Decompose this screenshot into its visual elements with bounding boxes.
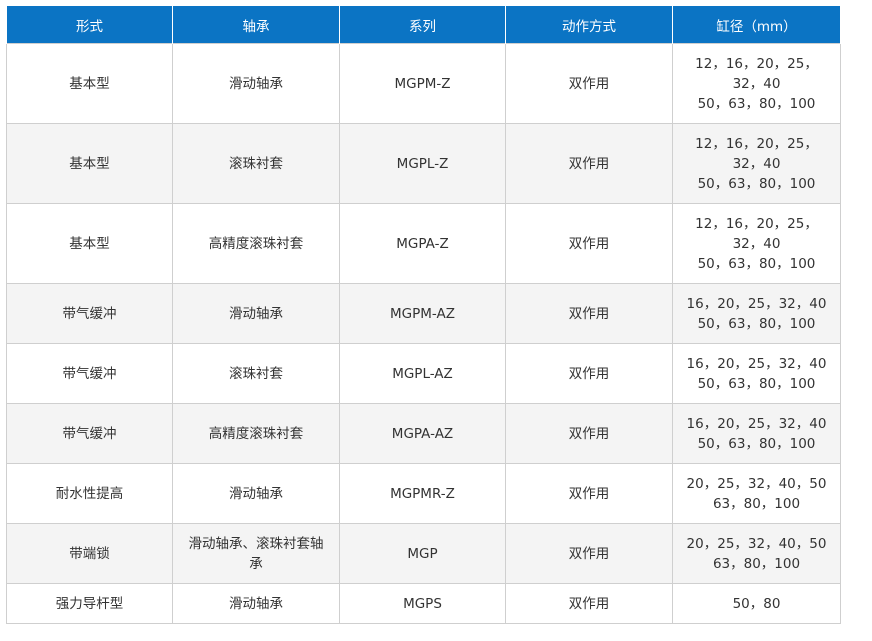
cell-bearing: 高精度滚珠衬套 (172, 203, 340, 284)
bearing-line: 滑动轴承 (229, 485, 283, 502)
bore-line: 16，20，25，32，40 (686, 295, 827, 312)
bearing-line: 滑动轴承 (229, 595, 283, 612)
cell-bore: 20，25，32，40，50 63，80，100 (672, 463, 841, 524)
cell-series: MGPA-AZ (339, 403, 506, 464)
bearing-line: 滑动轴承、滚珠衬套轴 (188, 535, 324, 552)
bore-line: 12，16，20，25， (695, 55, 818, 72)
bore-line: 32，40 (732, 75, 781, 92)
bearing-line: 滑动轴承 (229, 305, 283, 322)
cell-form: 带气缓冲 (6, 283, 173, 344)
cell-series: MGPM-Z (339, 43, 506, 124)
cell-action: 双作用 (505, 43, 673, 124)
cell-bearing: 滚珠衬套 (172, 343, 340, 404)
cell-action: 双作用 (505, 123, 673, 204)
cell-bearing: 滑动轴承 (172, 463, 340, 524)
bearing-line: 滚珠衬套 (229, 155, 283, 172)
cell-action: 双作用 (505, 583, 673, 624)
cell-action: 双作用 (505, 523, 673, 584)
bearing-line: 高精度滚珠衬套 (208, 425, 304, 442)
cell-bore: 16，20，25，32，40 50，63，80，100 (672, 343, 841, 404)
cell-bore: 12，16，20，25， 32，40 50，63，80，100 (672, 123, 841, 204)
bore-line: 32，40 (732, 155, 781, 172)
table-row: 带气缓冲 滚珠衬套 MGPL-AZ 双作用 16，20，25，32，40 50，… (6, 343, 841, 404)
cell-series: MGPMR-Z (339, 463, 506, 524)
table-row: 基本型 高精度滚珠衬套 MGPA-Z 双作用 12，16，20，25， 32，4… (6, 203, 841, 284)
cell-form: 耐水性提高 (6, 463, 173, 524)
cell-form: 基本型 (6, 123, 173, 204)
spec-table-container: 形式 轴承 系列 动作方式 缸径（mm） 基本型 滑动轴承 MGPM-Z 双作用… (6, 6, 841, 624)
bore-line: 50，63，80，100 (697, 255, 816, 272)
bore-line: 16，20，25，32，40 (686, 415, 827, 432)
cell-bearing: 高精度滚珠衬套 (172, 403, 340, 464)
cell-bearing: 滑动轴承 (172, 43, 340, 124)
bearing-line: 承 (249, 555, 263, 572)
cell-series: MGPM-AZ (339, 283, 506, 344)
cell-series: MGPS (339, 583, 506, 624)
cell-series: MGPA-Z (339, 203, 506, 284)
header-form: 形式 (6, 6, 173, 44)
bore-line: 63，80，100 (712, 555, 801, 572)
bore-line: 50，63，80，100 (697, 175, 816, 192)
cell-action: 双作用 (505, 203, 673, 284)
cell-series: MGP (339, 523, 506, 584)
cell-bearing: 滚珠衬套 (172, 123, 340, 204)
bore-line: 50，63，80，100 (697, 435, 816, 452)
cell-bearing: 滑动轴承 (172, 283, 340, 344)
header-bearing: 轴承 (172, 6, 340, 44)
table-row: 强力导杆型 滑动轴承 MGPS 双作用 50，80 (6, 583, 841, 624)
bore-line: 50，63，80，100 (697, 375, 816, 392)
bearing-line: 滑动轴承 (229, 75, 283, 92)
cell-bore: 12，16，20，25， 32，40 50，63，80，100 (672, 203, 841, 284)
bore-line: 50，63，80，100 (697, 315, 816, 332)
cell-bore: 16，20，25，32，40 50，63，80，100 (672, 403, 841, 464)
bore-line: 20，25，32，40，50 (686, 535, 827, 552)
table-row: 带气缓冲 高精度滚珠衬套 MGPA-AZ 双作用 16，20，25，32，40 … (6, 403, 841, 464)
cell-form: 带气缓冲 (6, 403, 173, 464)
bore-line: 50，80 (732, 595, 781, 612)
cell-action: 双作用 (505, 283, 673, 344)
cell-action: 双作用 (505, 463, 673, 524)
cell-form: 带气缓冲 (6, 343, 173, 404)
cell-action: 双作用 (505, 403, 673, 464)
cell-bearing: 滑动轴承 (172, 583, 340, 624)
bore-line: 12，16，20，25， (695, 135, 818, 152)
cell-series: MGPL-Z (339, 123, 506, 204)
table-row: 耐水性提高 滑动轴承 MGPMR-Z 双作用 20，25，32，40，50 63… (6, 463, 841, 524)
cell-form: 基本型 (6, 43, 173, 124)
cell-form: 强力导杆型 (6, 583, 173, 624)
header-series: 系列 (339, 6, 506, 44)
header-row: 形式 轴承 系列 动作方式 缸径（mm） (6, 6, 841, 44)
cell-bearing: 滑动轴承、滚珠衬套轴 承 (172, 523, 340, 584)
cell-bore: 20，25，32，40，50 63，80，100 (672, 523, 841, 584)
cell-bore: 12，16，20，25， 32，40 50，63，80，100 (672, 43, 841, 124)
header-bore: 缸径（mm） (672, 6, 841, 44)
table-row: 基本型 滑动轴承 MGPM-Z 双作用 12，16，20，25， 32，40 5… (6, 43, 841, 124)
bore-line: 50，63，80，100 (697, 95, 816, 112)
cell-series: MGPL-AZ (339, 343, 506, 404)
cell-form: 带端锁 (6, 523, 173, 584)
bearing-line: 高精度滚珠衬套 (208, 235, 304, 252)
cell-action: 双作用 (505, 343, 673, 404)
cell-form: 基本型 (6, 203, 173, 284)
table-row: 基本型 滚珠衬套 MGPL-Z 双作用 12，16，20，25， 32，40 5… (6, 123, 841, 204)
bore-line: 12，16，20，25， (695, 215, 818, 232)
spec-table: 形式 轴承 系列 动作方式 缸径（mm） 基本型 滑动轴承 MGPM-Z 双作用… (6, 6, 841, 624)
table-row: 带气缓冲 滑动轴承 MGPM-AZ 双作用 16，20，25，32，40 50，… (6, 283, 841, 344)
bore-line: 20，25，32，40，50 (686, 475, 827, 492)
bore-line: 32，40 (732, 235, 781, 252)
header-action: 动作方式 (505, 6, 673, 44)
bearing-line: 滚珠衬套 (229, 365, 283, 382)
bore-line: 63，80，100 (712, 495, 801, 512)
cell-bore: 16，20，25，32，40 50，63，80，100 (672, 283, 841, 344)
table-row: 带端锁 滑动轴承、滚珠衬套轴 承 MGP 双作用 20，25，32，40，50 … (6, 523, 841, 584)
cell-bore: 50，80 (672, 583, 841, 624)
bore-line: 16，20，25，32，40 (686, 355, 827, 372)
